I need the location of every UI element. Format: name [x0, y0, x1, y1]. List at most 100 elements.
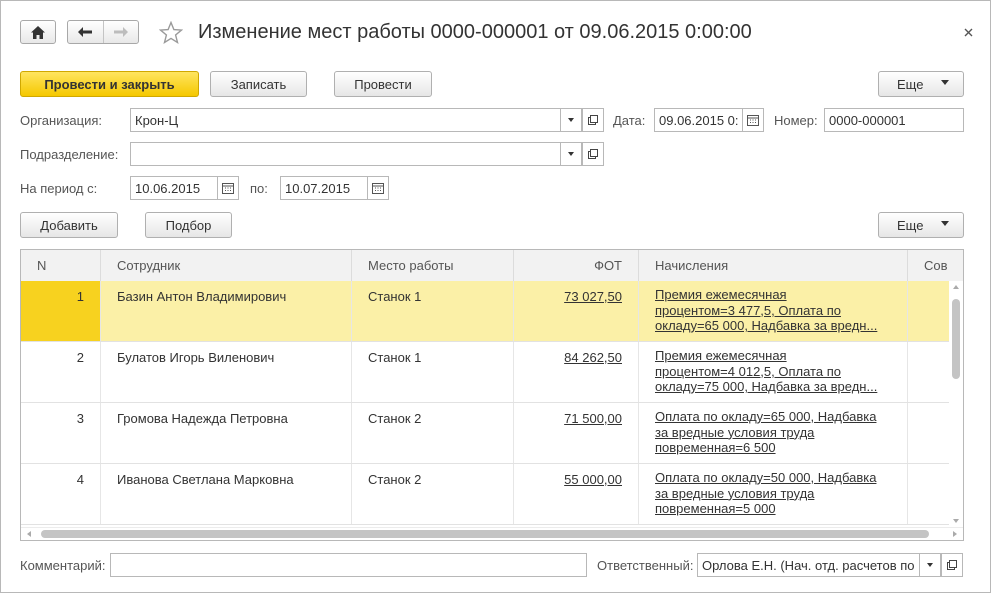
organization-dropdown-button[interactable] — [560, 108, 582, 132]
column-header-combining[interactable]: Сов — [908, 250, 963, 281]
fot-cell: 55 000,00 — [514, 464, 639, 524]
responsible-dropdown-button[interactable] — [919, 553, 941, 577]
period-from-field[interactable]: 10.06.2015 — [130, 176, 218, 200]
open-window-icon — [947, 560, 957, 570]
table-row[interactable]: 3 Громова Надежда Петровна Станок 2 71 5… — [21, 403, 949, 464]
select-employees-button[interactable]: Подбор — [145, 212, 232, 238]
table-row[interactable]: 2 Булатов Игорь Виленович Станок 1 84 26… — [21, 342, 949, 403]
employee-cell: Громова Надежда Петровна — [101, 403, 352, 463]
scroll-right-arrow-icon[interactable] — [953, 531, 957, 537]
date-calendar-button[interactable] — [742, 108, 764, 132]
dropdown-arrow-icon — [941, 80, 949, 85]
accruals-line[interactable]: повременная=5 000 — [655, 501, 776, 516]
table-more-button[interactable]: Еще — [878, 212, 964, 238]
more-button[interactable]: Еще — [878, 71, 964, 97]
add-row-button[interactable]: Добавить — [20, 212, 118, 238]
fot-link[interactable]: 71 500,00 — [564, 411, 622, 426]
arrow-left-icon — [78, 27, 93, 37]
combining-cell — [908, 464, 949, 524]
fot-link[interactable]: 73 027,50 — [564, 289, 622, 304]
history-nav-group — [67, 20, 139, 44]
responsible-open-button[interactable] — [941, 553, 963, 577]
number-field[interactable]: 0000-000001 — [824, 108, 964, 132]
department-open-button[interactable] — [582, 142, 604, 166]
accruals-cell[interactable]: Оплата по окладу=50 000, Надбавка за вре… — [639, 464, 908, 524]
close-button[interactable] — [960, 24, 976, 40]
vertical-scrollbar[interactable] — [949, 281, 963, 527]
organization-open-button[interactable] — [582, 108, 604, 132]
accruals-line[interactable]: Оплата по окладу=50 000, Надбавка — [655, 470, 876, 485]
period-to-calendar-button[interactable] — [367, 176, 389, 200]
dropdown-arrow-icon — [927, 563, 933, 567]
accruals-line[interactable]: за вредные условия труда — [655, 425, 814, 440]
star-icon — [158, 20, 184, 45]
accruals-cell[interactable]: Премия ежемесячная процентом=4 012,5, Оп… — [639, 342, 908, 402]
forward-button[interactable] — [104, 21, 138, 43]
table-row[interactable]: 4 Иванова Светлана Марковна Станок 2 55 … — [21, 464, 949, 525]
calendar-icon — [222, 182, 234, 194]
accruals-line[interactable]: за вредные условия труда — [655, 486, 814, 501]
calendar-icon — [747, 114, 759, 126]
column-header-employee[interactable]: Сотрудник — [101, 250, 352, 281]
comment-label: Комментарий: — [20, 558, 106, 573]
column-header-accruals[interactable]: Начисления — [639, 250, 908, 281]
period-to-label: по: — [250, 181, 268, 196]
accruals-cell[interactable]: Оплата по окладу=65 000, Надбавка за вре… — [639, 403, 908, 463]
close-icon — [964, 28, 972, 36]
save-button[interactable]: Записать — [210, 71, 307, 97]
accruals-line[interactable]: процентом=4 012,5, Оплата по — [655, 364, 841, 379]
post-button[interactable]: Провести — [334, 71, 432, 97]
scroll-down-arrow-icon[interactable] — [953, 519, 959, 523]
column-header-fot[interactable]: ФОТ — [514, 250, 639, 281]
fot-link[interactable]: 55 000,00 — [564, 472, 622, 487]
scroll-left-arrow-icon[interactable] — [27, 531, 31, 537]
employees-table[interactable]: N Сотрудник Место работы ФОТ Начисления … — [20, 249, 964, 541]
accruals-line[interactable]: повременная=6 500 — [655, 440, 776, 455]
accruals-line[interactable]: Оплата по окладу=65 000, Надбавка — [655, 409, 876, 424]
accruals-line[interactable]: процентом=3 477,5, Оплата по — [655, 303, 841, 318]
dropdown-arrow-icon — [568, 118, 574, 122]
comment-field[interactable] — [110, 553, 587, 577]
home-button[interactable] — [20, 20, 56, 44]
accruals-line[interactable]: Премия ежемесячная — [655, 348, 787, 363]
row-number-cell: 3 — [21, 403, 101, 463]
employee-cell: Булатов Игорь Виленович — [101, 342, 352, 402]
horizontal-scrollbar[interactable] — [21, 527, 963, 540]
scroll-up-arrow-icon[interactable] — [953, 285, 959, 289]
organization-label: Организация: — [20, 113, 103, 128]
employee-cell: Иванова Светлана Марковна — [101, 464, 352, 524]
period-from-label: На период с: — [20, 181, 98, 196]
responsible-field[interactable]: Орлова Е.Н. (Нач. отд. расчетов по — [697, 553, 920, 577]
horizontal-scrollbar-thumb[interactable] — [41, 530, 929, 538]
table-row[interactable]: 1 Базин Антон Владимирович Станок 1 73 0… — [21, 281, 949, 342]
dropdown-arrow-icon — [568, 152, 574, 156]
open-window-icon — [588, 149, 598, 159]
vertical-scrollbar-thumb[interactable] — [952, 299, 960, 379]
department-field[interactable] — [130, 142, 561, 166]
fot-cell: 71 500,00 — [514, 403, 639, 463]
date-label: Дата: — [613, 113, 646, 128]
period-from-calendar-button[interactable] — [217, 176, 239, 200]
accruals-line[interactable]: окладу=65 000, Надбавка за вредн... — [655, 318, 877, 333]
accruals-cell[interactable]: Премия ежемесячная процентом=3 477,5, Оп… — [639, 281, 908, 341]
date-field[interactable]: 09.06.2015 0: — [654, 108, 743, 132]
favorite-star-button[interactable] — [158, 20, 184, 45]
arrow-right-icon — [113, 27, 128, 37]
period-to-field[interactable]: 10.07.2015 — [280, 176, 368, 200]
table-header: N Сотрудник Место работы ФОТ Начисления … — [21, 250, 963, 282]
fot-link[interactable]: 84 262,50 — [564, 350, 622, 365]
back-button[interactable] — [68, 21, 104, 43]
column-header-workplace[interactable]: Место работы — [352, 250, 514, 281]
row-number-cell: 1 — [21, 281, 101, 341]
employee-cell: Базин Антон Владимирович — [101, 281, 352, 341]
workplace-cell: Станок 2 — [352, 464, 514, 524]
organization-field[interactable]: Крон-Ц — [130, 108, 561, 132]
accruals-line[interactable]: окладу=75 000, Надбавка за вредн... — [655, 379, 877, 394]
accruals-line[interactable]: Премия ежемесячная — [655, 287, 787, 302]
column-header-n[interactable]: N — [21, 250, 101, 281]
row-number-cell: 4 — [21, 464, 101, 524]
combining-cell — [908, 403, 949, 463]
fot-cell: 84 262,50 — [514, 342, 639, 402]
post-and-close-button[interactable]: Провести и закрыть — [20, 71, 199, 97]
department-dropdown-button[interactable] — [560, 142, 582, 166]
